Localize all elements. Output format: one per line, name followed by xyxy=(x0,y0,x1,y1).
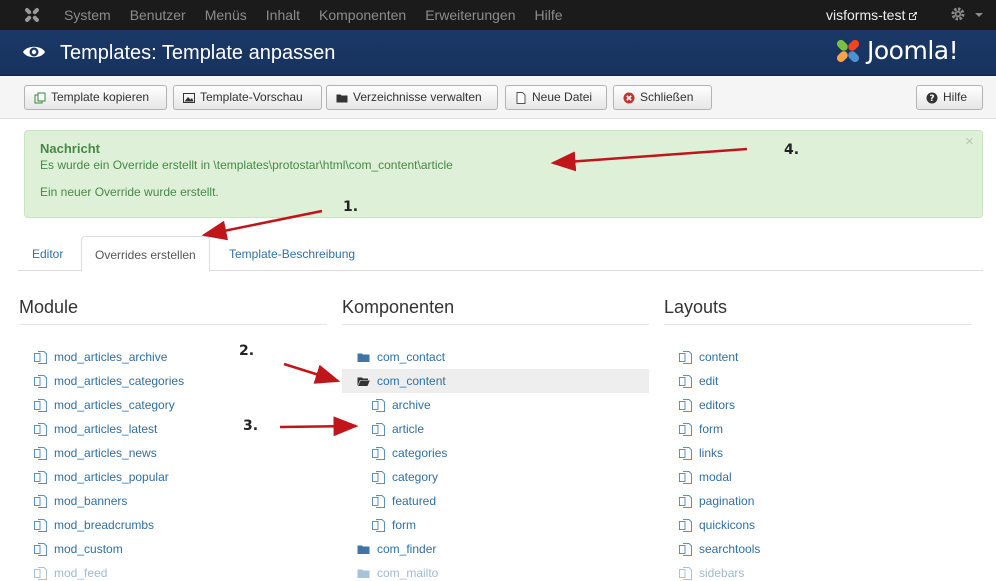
file-copy-icon xyxy=(34,543,47,556)
close-icon[interactable]: × xyxy=(965,133,974,150)
message-text: Es wurde ein Override erstellt in \templ… xyxy=(40,158,453,172)
copy-icon xyxy=(34,92,46,104)
file-copy-icon xyxy=(34,351,47,364)
tab-editor[interactable]: Editor xyxy=(19,236,76,271)
tab-bar: Editor Overrides erstellen Template-Besc… xyxy=(18,236,983,272)
annotation-label-2: 2. xyxy=(239,343,255,359)
new-file-button[interactable]: Neue Datei xyxy=(505,85,607,110)
joomla-brand-icon xyxy=(836,39,860,63)
file-copy-icon xyxy=(679,399,692,412)
success-message: Nachricht Es wurde ein Override erstellt… xyxy=(24,130,983,218)
top-navbar: System Benutzer Menüs Inhalt Komponenten… xyxy=(0,0,996,30)
close-circle-icon xyxy=(623,92,635,104)
message-text: Ein neuer Override wurde erstellt. xyxy=(40,185,219,199)
file-copy-icon xyxy=(34,519,47,532)
arrow-2 xyxy=(283,362,341,384)
menu-item-components[interactable]: Komponenten xyxy=(319,0,406,30)
file-copy-icon xyxy=(679,375,692,388)
annotation-label-3: 3. xyxy=(243,418,259,434)
file-copy-icon xyxy=(679,351,692,364)
joomla-brand: Joomla! xyxy=(833,34,983,72)
file-copy-icon xyxy=(372,519,385,532)
svg-text:?: ? xyxy=(929,94,934,104)
menu-item-content[interactable]: Inhalt xyxy=(266,0,300,30)
toolbar: Template kopieren Template-Vorschau Verz… xyxy=(0,77,996,119)
folder-open-icon xyxy=(357,377,370,386)
folder-icon xyxy=(357,545,370,554)
question-circle-icon: ? xyxy=(926,92,938,104)
file-copy-icon xyxy=(679,471,692,484)
file-copy-icon xyxy=(34,495,47,508)
file-copy-icon xyxy=(372,423,385,436)
file-copy-icon xyxy=(372,495,385,508)
file-copy-icon xyxy=(34,447,47,460)
image-icon xyxy=(183,93,195,103)
site-link[interactable]: visforms-test xyxy=(826,0,918,30)
file-copy-icon xyxy=(34,399,47,412)
annotation-label-1: 1. xyxy=(343,199,359,215)
folder-icon xyxy=(336,94,348,103)
menu-item-users[interactable]: Benutzer xyxy=(130,0,186,30)
file-icon xyxy=(516,92,526,104)
file-copy-icon xyxy=(372,447,385,460)
menu-item-help[interactable]: Hilfe xyxy=(534,0,562,30)
main-menu: System Benutzer Menüs Inhalt Komponenten… xyxy=(64,0,582,30)
folder-icon xyxy=(357,353,370,362)
file-copy-icon xyxy=(372,399,385,412)
file-copy-icon xyxy=(34,471,47,484)
tab-create-overrides[interactable]: Overrides erstellen xyxy=(81,236,210,272)
file-copy-icon xyxy=(679,447,692,460)
gear-icon[interactable] xyxy=(950,6,966,22)
components-heading: Komponenten xyxy=(342,297,649,325)
message-heading: Nachricht xyxy=(40,141,100,156)
brand-text: Joomla! xyxy=(867,36,959,65)
folder-icon xyxy=(357,569,370,578)
arrow-3 xyxy=(279,416,359,437)
template-preview-button[interactable]: Template-Vorschau xyxy=(173,85,322,110)
file-copy-icon xyxy=(34,375,47,388)
file-copy-icon xyxy=(679,423,692,436)
tab-template-description[interactable]: Template-Beschreibung xyxy=(216,236,368,271)
file-copy-icon xyxy=(679,495,692,508)
external-link-icon xyxy=(909,12,918,20)
file-copy-icon xyxy=(679,567,692,580)
file-copy-icon xyxy=(679,519,692,532)
help-button[interactable]: ? Hilfe xyxy=(916,85,983,110)
modules-heading: Module xyxy=(19,297,327,325)
file-copy-icon xyxy=(372,471,385,484)
menu-item-menus[interactable]: Menüs xyxy=(205,0,247,30)
menu-item-system[interactable]: System xyxy=(64,0,111,30)
page-title: Templates: Template anpassen xyxy=(60,42,336,64)
chevron-down-icon[interactable] xyxy=(975,13,983,17)
layouts-heading: Layouts xyxy=(664,297,972,325)
page-header: Templates: Template anpassen Joomla! xyxy=(0,30,996,76)
file-copy-icon xyxy=(34,423,47,436)
file-copy-icon xyxy=(679,543,692,556)
menu-item-extensions[interactable]: Erweiterungen xyxy=(425,0,515,30)
annotation-label-4: 4. xyxy=(784,142,800,158)
site-name: visforms-test xyxy=(826,7,906,23)
joomla-logo-icon[interactable] xyxy=(22,5,42,25)
manage-folders-button[interactable]: Verzeichnisse verwalten xyxy=(326,85,498,110)
file-copy-icon xyxy=(34,567,47,580)
copy-template-button[interactable]: Template kopieren xyxy=(24,85,167,110)
eye-icon xyxy=(23,46,45,58)
close-button[interactable]: Schließen xyxy=(613,85,712,110)
